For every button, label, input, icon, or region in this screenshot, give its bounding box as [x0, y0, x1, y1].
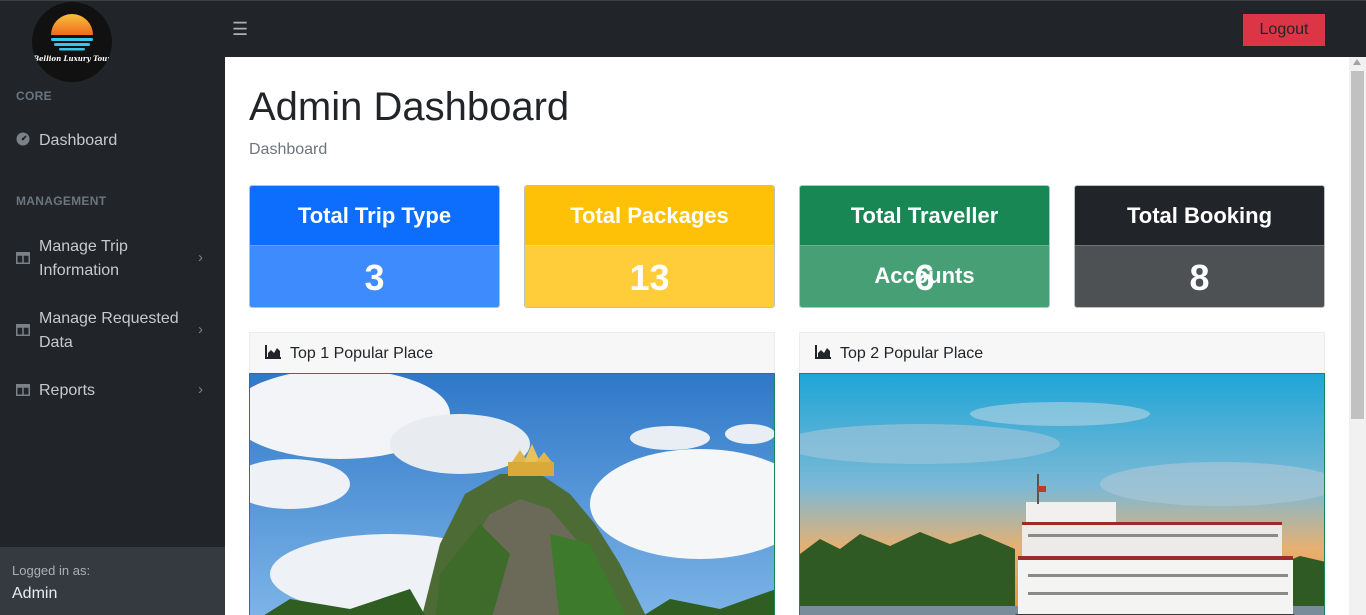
stat-card-value: 8: [1075, 246, 1324, 307]
stat-card-trip-type: Total Trip Type 3: [249, 185, 500, 308]
mountain-temple-image: [250, 374, 774, 615]
page-title: Admin Dashboard: [249, 85, 570, 129]
sidebar-item-label: Reports: [39, 382, 96, 399]
popular-place-image[interactable]: [249, 373, 775, 615]
speedometer-icon: [16, 132, 30, 146]
logged-in-label: Logged in as:: [12, 563, 91, 578]
popular-place-card-1: Top 1 Popular Place: [249, 332, 775, 615]
brand-logo[interactable]: Bellion Luxury Tour: [32, 2, 112, 82]
sidebar-item-reports[interactable]: Reports ›: [0, 379, 225, 403]
main-content: Admin Dashboard Dashboard Total Trip Typ…: [225, 57, 1349, 615]
hamburger-menu-icon[interactable]: ☰: [232, 19, 248, 39]
stat-card-label: Total Booking: [1075, 186, 1324, 246]
brand-name: Bellion Luxury Tour: [33, 54, 111, 63]
sunset-logo-icon: [51, 14, 93, 51]
scroll-up-arrow-icon[interactable]: [1353, 59, 1361, 65]
sidebar-item-label: Manage Requested: [39, 310, 179, 327]
columns-icon: [16, 384, 30, 396]
stat-card-label: Total Packages: [525, 186, 774, 246]
area-chart-icon: [265, 345, 281, 359]
sidebar-item-label: Manage Trip: [39, 238, 128, 255]
sidebar-item-manage-requested[interactable]: Manage Requested Data ›: [0, 307, 225, 355]
stat-card-label: Total Traveller Accounts: [800, 186, 1049, 288]
columns-icon: [16, 252, 30, 264]
river-cruise-boat-image: [800, 374, 1324, 615]
columns-icon: [16, 324, 30, 336]
sidebar-item-label: Information: [39, 262, 120, 279]
popular-place-header: Top 1 Popular Place: [249, 332, 775, 373]
chevron-right-icon: ›: [198, 321, 203, 338]
logout-button[interactable]: Logout: [1243, 14, 1325, 46]
sidebar-item-label: Dashboard: [39, 132, 118, 149]
stat-card-value: 3: [250, 246, 499, 307]
scrollbar-thumb[interactable]: [1351, 71, 1364, 419]
stat-card-packages: Total Packages 13: [524, 185, 775, 308]
popular-place-image[interactable]: [799, 373, 1325, 615]
top-navbar: ☰ Logout: [0, 0, 1366, 57]
page-scrollbar[interactable]: [1349, 57, 1366, 615]
stat-card-booking: Total Booking 8: [1074, 185, 1325, 308]
sidebar-footer: Logged in as: Admin: [0, 547, 225, 615]
chevron-right-icon: ›: [198, 249, 203, 266]
area-chart-icon: [815, 345, 831, 359]
chevron-right-icon: ›: [198, 381, 203, 398]
stat-card-value: 6: [800, 246, 1049, 307]
sidebar-heading-core: CORE: [16, 89, 52, 103]
sidebar-heading-management: MANAGEMENT: [16, 194, 107, 208]
popular-place-title: Top 2 Popular Place: [840, 345, 984, 362]
stat-card-value: 13: [525, 246, 774, 307]
popular-place-title: Top 1 Popular Place: [290, 345, 434, 362]
sidebar-item-label: Data: [39, 334, 73, 351]
logged-in-user: Admin: [12, 585, 58, 602]
stat-card-label: Total Trip Type: [250, 186, 499, 246]
sidebar: CORE Dashboard MANAGEMENT Manage Trip In…: [0, 57, 225, 615]
breadcrumb: Dashboard: [249, 141, 328, 158]
popular-place-header: Top 2 Popular Place: [799, 332, 1325, 373]
stat-card-traveller-accounts: Total Traveller Accounts 6: [799, 185, 1050, 308]
sidebar-item-manage-trip[interactable]: Manage Trip Information ›: [0, 235, 225, 283]
sidebar-item-dashboard[interactable]: Dashboard: [0, 129, 225, 153]
popular-place-card-2: Top 2 Popular Place: [799, 332, 1325, 615]
